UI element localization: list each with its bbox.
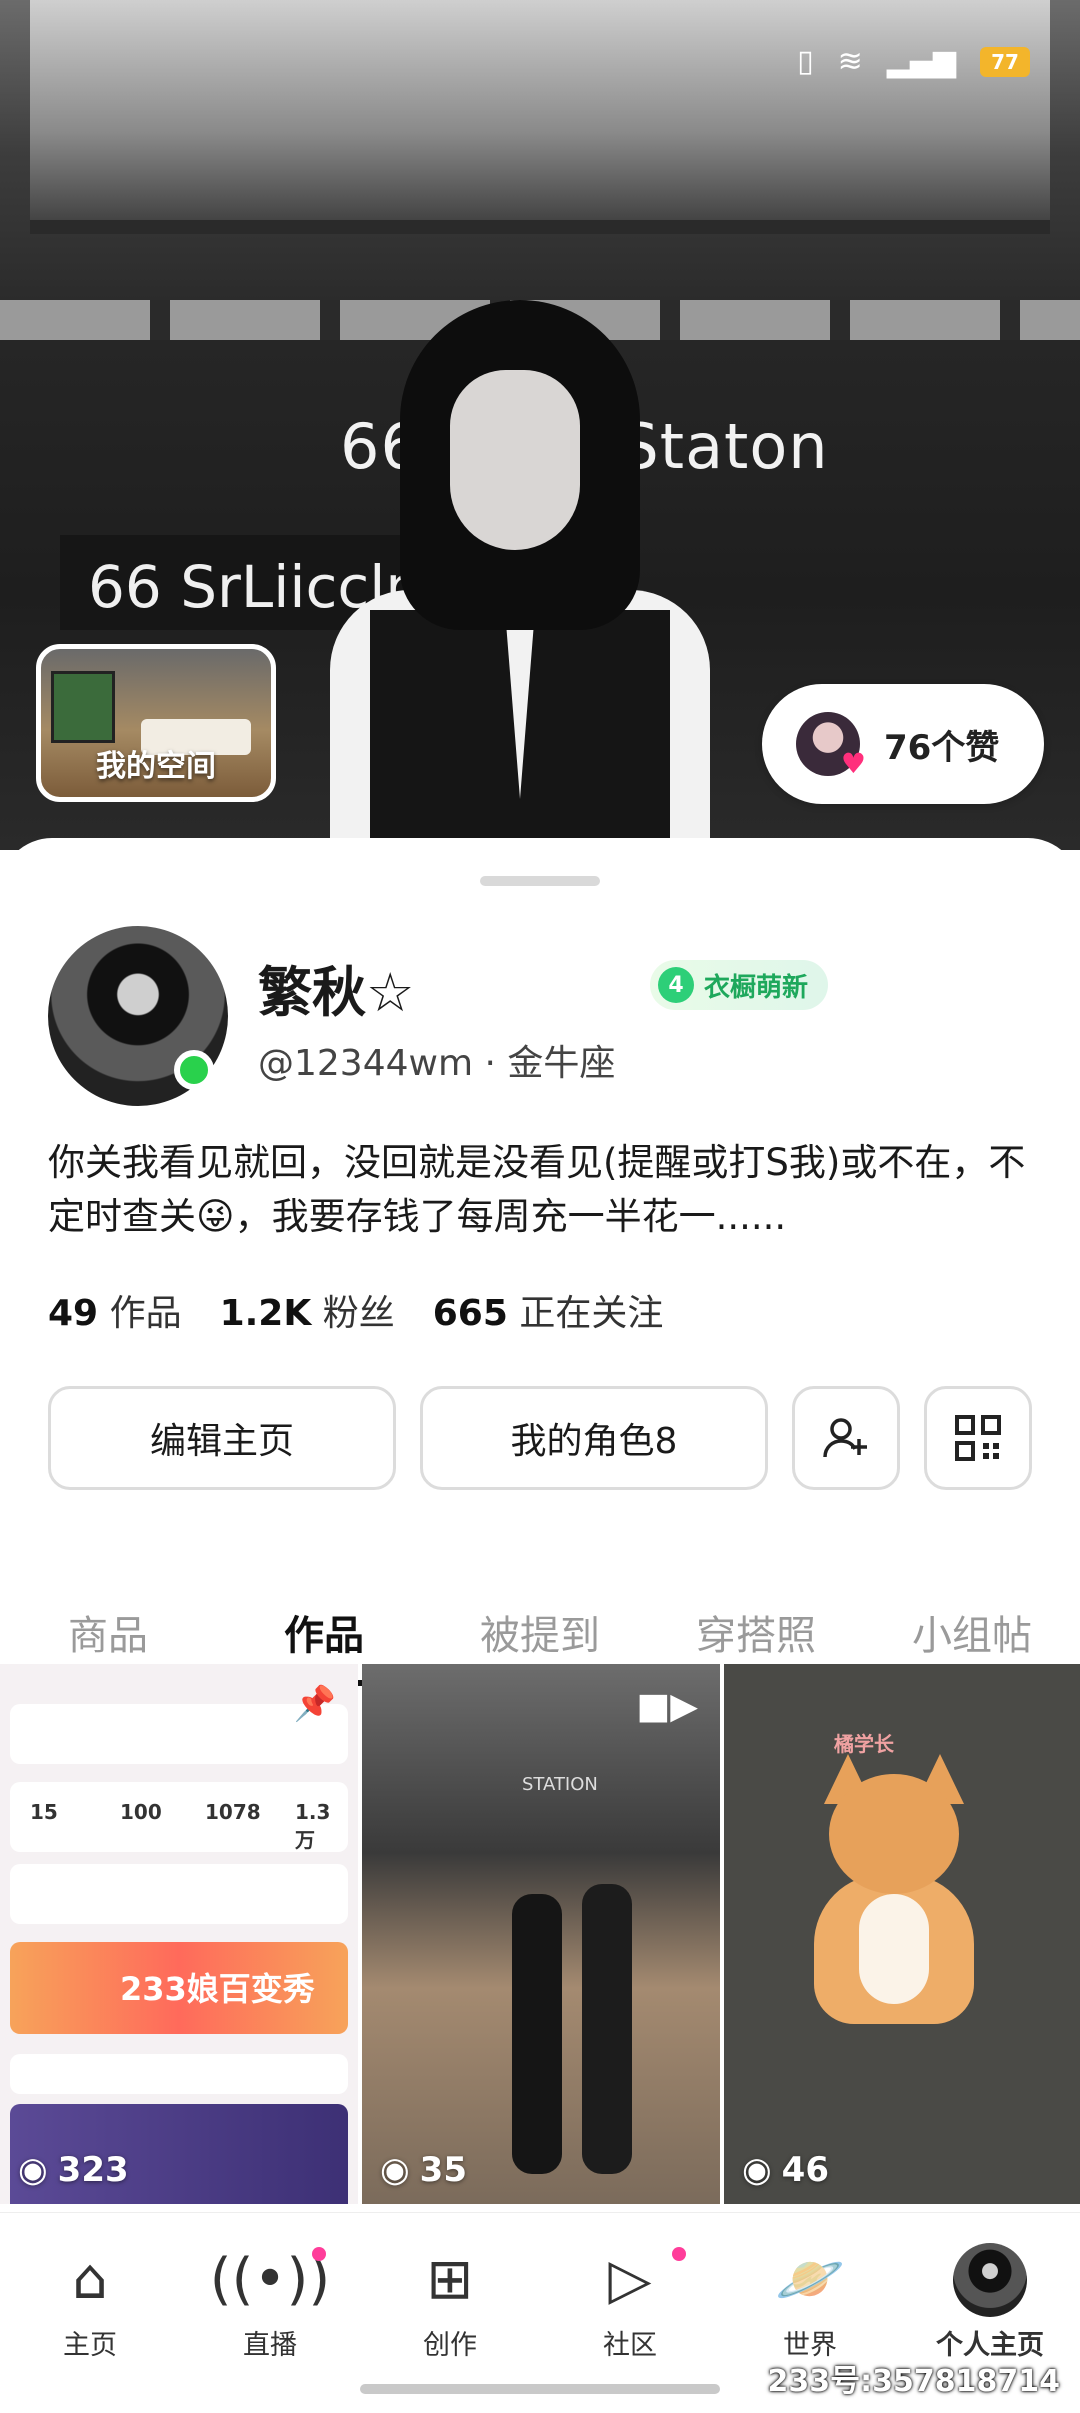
preview-figure xyxy=(512,1894,562,2174)
likes-pill[interactable]: ♥ 76个赞 xyxy=(762,684,1044,804)
preview-figure xyxy=(582,1884,632,2174)
nav-community[interactable]: ▷ 社区 xyxy=(540,2243,720,2363)
eye-icon: ◉ xyxy=(380,2150,410,2190)
stat-following[interactable]: 665 正在关注 xyxy=(433,1284,664,1336)
home-icon: ⌂ xyxy=(72,2247,108,2312)
planet-icon: 🪐 xyxy=(775,2247,845,2312)
badge-level: 4 xyxy=(658,967,694,1003)
preview-label: 橘学长 xyxy=(834,1732,894,1756)
profile-sheet: 繁秋☆ 4 衣橱萌新 @12344wm · 金牛座 你关我看见就回，没回就是没看… xyxy=(0,838,1080,2412)
notification-dot xyxy=(672,2247,686,2261)
signal-icon: ▂▄▆ xyxy=(886,44,956,79)
posts-grid: 15 100 1078 1.3万 233娘百变秀 📌 ◉ 323 STATION … xyxy=(0,1664,1080,2204)
bio[interactable]: 你关我看见就回，没回就是没看见(提醒或打S我)或不在，不定时查关😜，我要存钱了每… xyxy=(48,1136,1038,1244)
nav-world[interactable]: 🪐 世界 xyxy=(720,2243,900,2363)
vibrate-icon: ▯ xyxy=(797,44,814,79)
my-roles-button[interactable]: 我的角色8 xyxy=(420,1386,768,1490)
post-tile[interactable]: STATION ■▶ ◉ 35 xyxy=(362,1664,720,2204)
level-badge[interactable]: 4 衣橱萌新 xyxy=(650,960,829,1010)
room-window xyxy=(51,671,115,743)
heart-icon: ♥ xyxy=(840,747,866,780)
likes-count: 76个赞 xyxy=(884,727,1000,768)
stats-row: 49 作品 1.2K 粉丝 665 正在关注 xyxy=(48,1284,663,1336)
eye-icon: ◉ xyxy=(18,2150,48,2190)
view-count: ◉ 35 xyxy=(380,2150,467,2190)
video-camera-icon: ■▶ xyxy=(636,1686,698,1727)
view-count: ◉ 323 xyxy=(18,2150,129,2190)
user-id-line: @12344wm · 金牛座 xyxy=(258,1043,616,1084)
qr-code-button[interactable] xyxy=(924,1386,1032,1490)
badge-text: 衣橱萌新 xyxy=(704,972,809,1003)
liker-avatar: ♥ xyxy=(796,712,866,780)
nickname: 繁秋☆ xyxy=(258,961,415,1024)
home-indicator[interactable] xyxy=(360,2384,720,2394)
cover-ceiling xyxy=(30,0,1050,234)
qr-code-icon xyxy=(955,1415,1001,1461)
nav-home[interactable]: ⌂ 主页 xyxy=(0,2243,180,2363)
cat-image xyxy=(804,1754,984,2034)
nav-create[interactable]: ⊞ 创作 xyxy=(360,2243,540,2363)
notification-dot xyxy=(312,2247,326,2261)
profile-cover: 66 n Ctr Staton 66 SrLiiccln ▯ ≋ ▂▄▆ 77 … xyxy=(0,0,1080,850)
person-plus-icon xyxy=(823,1418,867,1458)
pin-icon: 📌 xyxy=(293,1684,336,1724)
status-bar: ▯ ≋ ▂▄▆ 77 xyxy=(797,44,1030,79)
battery-icon: 77 xyxy=(980,46,1030,77)
edit-profile-button[interactable]: 编辑主页 xyxy=(48,1386,396,1490)
view-count: ◉ 46 xyxy=(742,2150,829,2190)
profile-avatar-icon xyxy=(953,2243,1027,2317)
live-broadcast-icon: ((•)) xyxy=(209,2247,331,2312)
preview-banner: 233娘百变秀 xyxy=(10,1942,348,2034)
preview-row xyxy=(10,2054,348,2094)
cover-avatar-character xyxy=(330,300,710,850)
preview-stats: 15 100 1078 1.3万 xyxy=(10,1782,348,1852)
online-indicator xyxy=(174,1050,214,1090)
create-video-icon: ⊞ xyxy=(426,2247,474,2312)
preview-row xyxy=(10,1864,348,1924)
my-space-button[interactable]: 我的空间 xyxy=(36,644,276,802)
stat-fans[interactable]: 1.2K 粉丝 xyxy=(220,1284,395,1336)
wifi-icon: ≋ xyxy=(837,44,863,79)
eye-icon: ◉ xyxy=(742,2150,772,2190)
nav-live[interactable]: ((•)) 直播 xyxy=(180,2243,360,2363)
preview-sign: STATION xyxy=(522,1774,598,1795)
post-tile[interactable]: 15 100 1078 1.3万 233娘百变秀 📌 ◉ 323 xyxy=(0,1664,358,2204)
my-space-label: 我的空间 xyxy=(96,749,216,784)
nav-profile[interactable]: 个人主页 xyxy=(900,2243,1080,2363)
stat-works[interactable]: 49 作品 xyxy=(48,1284,182,1336)
drag-handle[interactable] xyxy=(480,876,600,886)
add-friend-button[interactable] xyxy=(792,1386,900,1490)
community-play-icon: ▷ xyxy=(608,2247,652,2312)
watermark: 233号:357818714 xyxy=(767,2364,1061,2399)
post-tile[interactable]: 橘学长 ◉ 46 xyxy=(724,1664,1080,2204)
